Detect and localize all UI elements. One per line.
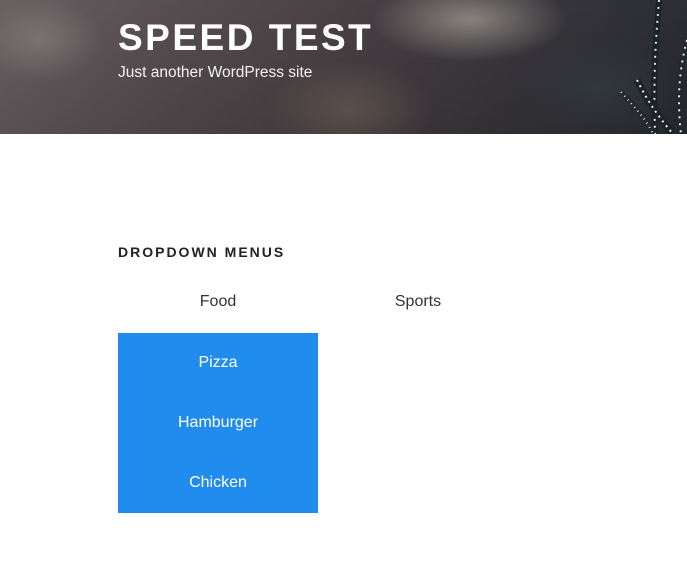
submenu-item-pizza[interactable]: Pizza (118, 333, 318, 393)
widget-title: DROPDOWN MENUS (118, 244, 286, 260)
submenu-item-hamburger[interactable]: Hamburger (118, 393, 318, 453)
main-content: DROPDOWN MENUS Food Sports Pizza Hamburg… (0, 134, 687, 587)
site-description: Just another WordPress site (118, 64, 313, 81)
site-header: SPEED TEST Just another WordPress site (0, 0, 687, 134)
site-title[interactable]: SPEED TEST (118, 16, 373, 60)
food-submenu: Pizza Hamburger Chicken (118, 333, 318, 513)
submenu-item-chicken[interactable]: Chicken (118, 453, 318, 513)
menu-item-food[interactable]: Food (118, 290, 318, 314)
menu-item-sports[interactable]: Sports (318, 290, 518, 314)
plant-image (618, 0, 687, 134)
